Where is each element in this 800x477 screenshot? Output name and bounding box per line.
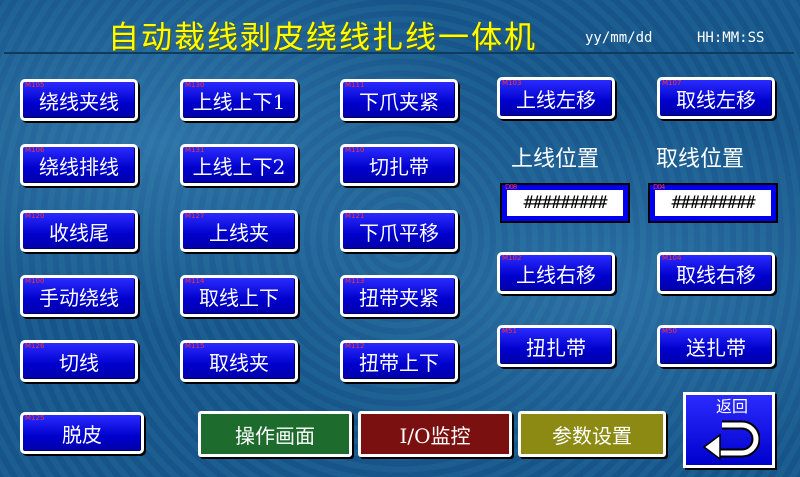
address-tag: M127	[185, 212, 205, 220]
address-tag: M51	[502, 327, 517, 335]
address-tag: M130	[185, 81, 205, 89]
twist-clamp-button[interactable]: M113 扭带夹紧	[340, 275, 458, 317]
take-position-label: 取线位置	[656, 147, 745, 172]
button-label: 取线左移	[676, 87, 756, 112]
date-display: yy/mm/dd	[585, 30, 653, 46]
address-tag: M125	[25, 414, 45, 422]
operate-screen-button[interactable]: 操作画面	[198, 411, 352, 457]
lower-claw-clamp-button[interactable]: M111 下爪夹紧	[340, 79, 458, 121]
return-arrow-icon	[702, 420, 760, 461]
button-label: 上线上下2	[192, 154, 286, 179]
button-label: 上线夹	[209, 220, 269, 245]
io-monitor-button[interactable]: I/O监控	[358, 411, 512, 457]
address-tag: M115	[185, 342, 205, 350]
button-label: 上线左移	[516, 87, 596, 112]
address-tag: M102	[502, 254, 522, 262]
button-label: 手动绕线	[39, 285, 119, 310]
twist-updown-button[interactable]: M112 扭带上下	[340, 340, 458, 382]
load-updown-2-button[interactable]: M131 上线上下2	[180, 144, 298, 186]
button-label: 下爪夹紧	[359, 89, 439, 114]
button-label: 上线上下1	[192, 89, 286, 114]
take-clamp-button[interactable]: M115 取线夹	[180, 340, 298, 382]
wind-arrange-button[interactable]: M106 绕线排线	[20, 144, 138, 186]
button-label: 取线上下	[199, 285, 279, 310]
load-updown-1-button[interactable]: M130 上线上下1	[180, 79, 298, 121]
page-title: 自动裁线剥皮绕线扎线一体机	[108, 20, 537, 56]
parameter-settings-button[interactable]: 参数设置	[518, 411, 666, 457]
address-tag: M120	[25, 212, 45, 220]
wire-tail-button[interactable]: M120 收线尾	[20, 210, 138, 252]
take-position-field[interactable]: D04 #########	[648, 183, 778, 223]
address-tag: M50	[662, 327, 677, 335]
wind-clamp-button[interactable]: M105 绕线夹线	[20, 79, 138, 121]
time-display: HH:MM:SS	[697, 30, 765, 46]
manual-wind-button[interactable]: M100 手动绕线	[20, 275, 138, 317]
address-tag: D04	[653, 183, 665, 191]
button-label: 取线夹	[209, 350, 269, 375]
button-label: 下爪平移	[359, 220, 439, 245]
title-bar: 自动裁线剥皮绕线扎线一体机	[4, 6, 794, 56]
address-tag: D08	[505, 183, 517, 191]
load-clamp-button[interactable]: M127 上线夹	[180, 210, 298, 252]
hmi-screen: 自动裁线剥皮绕线扎线一体机 yy/mm/dd HH:MM:SS M105 绕线夹线…	[0, 0, 800, 477]
button-label: 送扎带	[686, 335, 746, 360]
cut-wire-button[interactable]: M126 切线	[20, 340, 138, 382]
button-label: 扭带夹紧	[359, 285, 439, 310]
button-label: 取线右移	[676, 262, 756, 287]
address-tag: M105	[25, 81, 45, 89]
button-label: 扭扎带	[526, 335, 586, 360]
twist-tie-button[interactable]: M51 扭扎带	[497, 325, 615, 367]
take-right-button[interactable]: M104 取线右移	[657, 252, 775, 294]
lower-claw-shift-button[interactable]: M121 下爪平移	[340, 210, 458, 252]
load-left-button[interactable]: M103 上线左移	[497, 77, 615, 119]
button-label: 绕线排线	[39, 154, 119, 179]
load-right-button[interactable]: M102 上线右移	[497, 252, 615, 294]
address-tag: M104	[662, 254, 682, 262]
cut-tie-button[interactable]: M110 切扎带	[340, 144, 458, 186]
address-tag: M106	[25, 146, 45, 154]
feed-tie-button[interactable]: M50 送扎带	[657, 325, 775, 367]
button-label: 切线	[59, 350, 99, 375]
address-tag: M121	[345, 212, 365, 220]
load-position-field[interactable]: D08 #########	[500, 183, 630, 223]
take-position-value: #########	[671, 193, 755, 213]
back-button[interactable]: 返回	[683, 392, 775, 468]
button-label: 绕线夹线	[39, 89, 119, 114]
address-tag: M113	[345, 277, 365, 285]
address-tag: M114	[185, 277, 205, 285]
address-tag: M103	[502, 79, 522, 87]
address-tag: M126	[25, 342, 45, 350]
take-updown-button[interactable]: M114 取线上下	[180, 275, 298, 317]
take-left-button[interactable]: M107 取线左移	[657, 77, 775, 119]
address-tag: M110	[345, 146, 365, 154]
button-label: 扭带上下	[359, 350, 439, 375]
strip-button[interactable]: M125 脱皮	[20, 412, 144, 454]
address-tag: M107	[662, 79, 682, 87]
button-label: 上线右移	[516, 262, 596, 287]
load-position-label: 上线位置	[511, 147, 600, 172]
load-position-value: #########	[523, 193, 607, 213]
address-tag: M112	[345, 342, 365, 350]
button-label: 切扎带	[369, 154, 429, 179]
address-tag: M131	[185, 146, 205, 154]
button-label: 收线尾	[49, 220, 109, 245]
button-label: 脱皮	[62, 422, 102, 447]
address-tag: M111	[345, 81, 365, 89]
address-tag: M100	[25, 277, 45, 285]
